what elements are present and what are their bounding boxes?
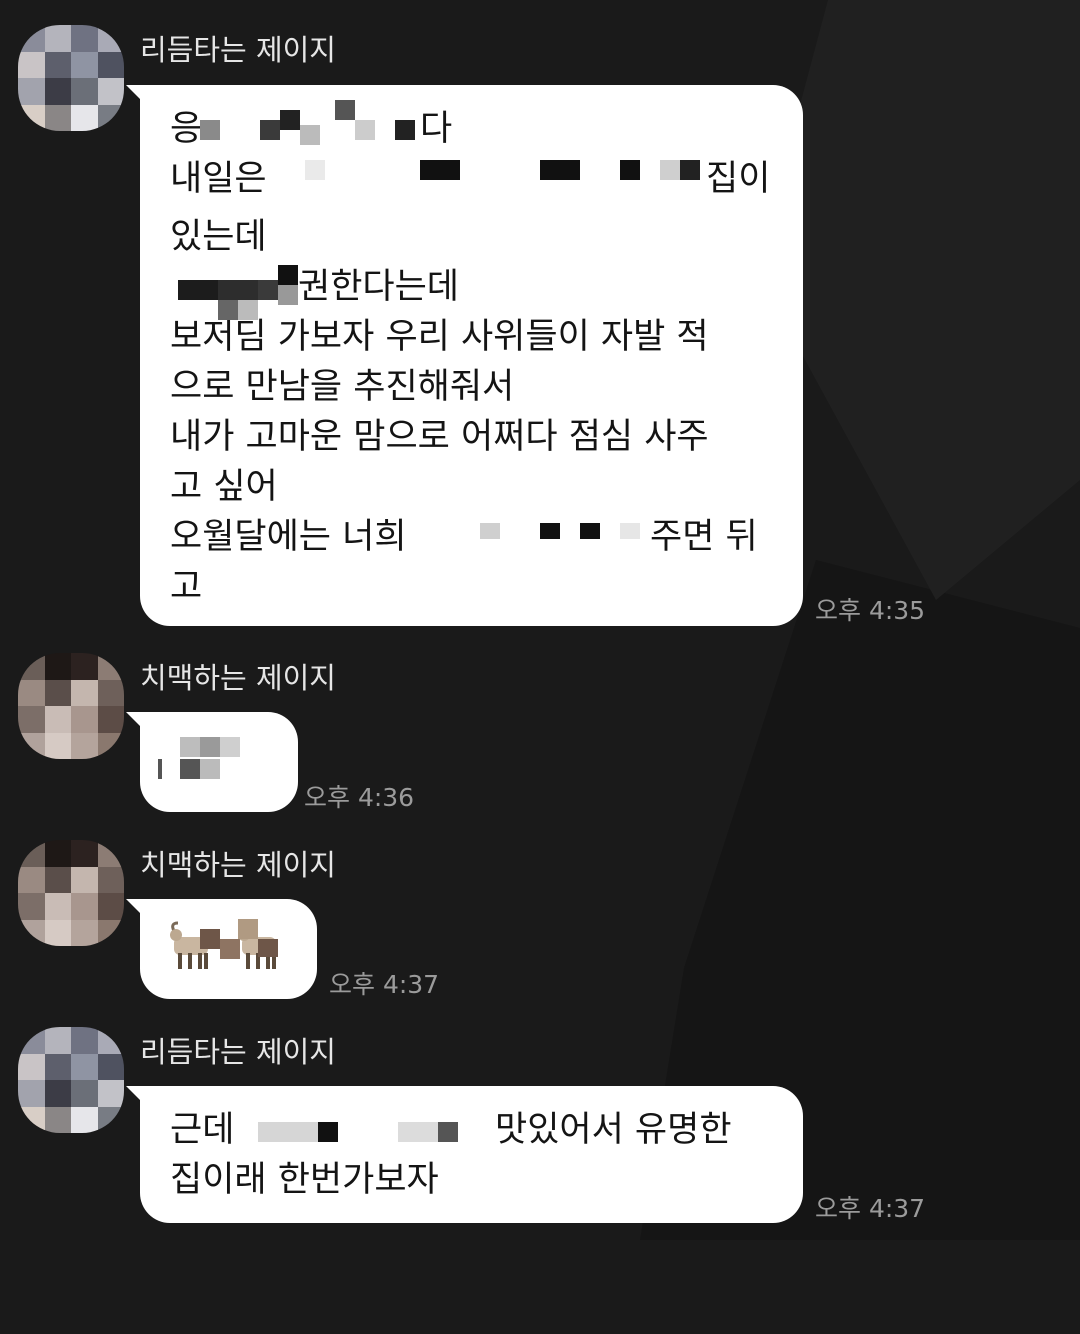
message-text: 근데 맛있어서 유명한 집이래 한번가보자 — [170, 1086, 790, 1223]
message-time: 오후 4:37 — [815, 1194, 926, 1223]
message-line: 집이래 한번가보자 — [170, 1160, 439, 1200]
censor-mosaic — [158, 737, 248, 782]
message-bubble[interactable] — [126, 899, 317, 999]
message-time: 오후 4:35 — [815, 596, 926, 625]
censor-mosaic — [238, 919, 283, 959]
message-bubble[interactable] — [126, 712, 298, 812]
message-line: 다 — [420, 109, 453, 149]
censor-mosaic — [178, 265, 308, 325]
sender-name: 리듬타는 제이지 — [140, 1035, 336, 1069]
censor-mosaic — [258, 1114, 488, 1148]
avatar[interactable] — [18, 1027, 124, 1133]
censor-mosaic — [200, 100, 420, 160]
avatar[interactable] — [18, 653, 124, 759]
message-line: 근데 — [170, 1110, 235, 1150]
message-line: 주면 뒤 — [650, 517, 758, 557]
censor-mosaic — [440, 515, 650, 545]
message-line: 집이 — [706, 159, 771, 199]
censor-mosaic — [290, 155, 700, 195]
message-bubble[interactable]: 응 다 내일은 집이 있는데 권한다는데 보저딤 가보자 우리 사위들이 자발 … — [126, 85, 803, 626]
message-time: 오후 4:37 — [329, 970, 440, 999]
message-line: 권한다는데 — [298, 267, 460, 307]
censor-mosaic — [200, 929, 240, 969]
message-line: 내일은 — [170, 159, 267, 199]
bubble-tail — [126, 1086, 148, 1108]
message-line: 응 — [170, 109, 203, 149]
avatar[interactable] — [18, 25, 124, 131]
message-line: 으로 만남을 추진해줘서 — [170, 367, 515, 407]
message-bubble[interactable]: 근데 맛있어서 유명한 집이래 한번가보자 — [126, 1086, 803, 1223]
message-line: 오월달에는 너희 — [170, 517, 407, 557]
message-time: 오후 4:36 — [304, 783, 415, 812]
sender-name: 치맥하는 제이지 — [140, 661, 336, 695]
bubble-tail — [126, 712, 148, 734]
sender-name: 리듬타는 제이지 — [140, 33, 336, 67]
message-line: 있는데 — [170, 217, 267, 257]
bubble-tail — [126, 85, 148, 107]
bubble-tail — [126, 899, 148, 921]
message-line: 맛있어서 유명한 — [495, 1110, 732, 1150]
sender-name: 치맥하는 제이지 — [140, 848, 336, 882]
message-line: 내가 고마운 맘으로 어쩌다 점심 사주 — [170, 417, 709, 457]
message-line: 고 — [170, 567, 203, 607]
message-line: 고 싶어 — [170, 467, 278, 507]
avatar[interactable] — [18, 840, 124, 946]
